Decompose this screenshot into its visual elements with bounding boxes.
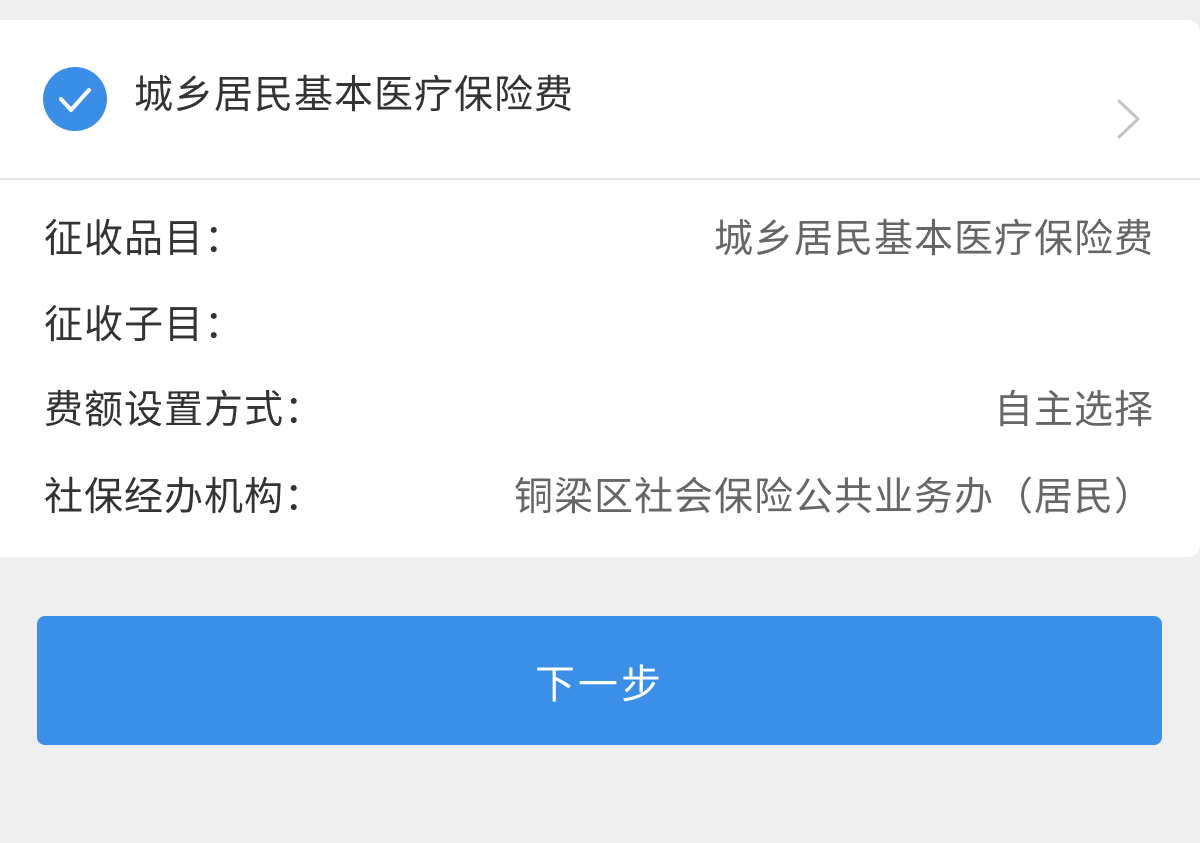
detail-value: 自主选择 [993,388,1154,433]
detail-label: 费额设置方式： [44,388,325,433]
detail-label: 征收品目： [44,217,245,262]
detail-row-agency: 社保经办机构： 铜梁区社会保险公共业务办（居民） [0,470,1200,526]
item-title: 城乡居民基本医疗保险费 [134,73,575,118]
detail-row-fee-mode: 费额设置方式： 自主选择 [0,383,1200,439]
detail-row-category: 征收品目： 城乡居民基本医疗保险费 [0,212,1200,268]
detail-row-subcategory: 征收子目： [0,298,1200,354]
detail-value: 城乡居民基本医疗保险费 [713,217,1154,262]
check-circle-icon[interactable] [43,67,107,131]
chevron-right-icon[interactable] [1112,98,1144,144]
divider [0,178,1200,180]
detail-label: 社保经办机构： [44,475,325,520]
next-step-button[interactable]: 下一步 [37,616,1162,745]
payment-item-card: 城乡居民基本医疗保险费 征收品目： 城乡居民基本医疗保险费 征收子目： 费额设置… [0,20,1200,557]
selected-item-row[interactable]: 城乡居民基本医疗保险费 [0,20,1200,178]
detail-label: 征收子目： [44,303,245,348]
detail-value: 铜梁区社会保险公共业务办（居民） [513,475,1154,520]
